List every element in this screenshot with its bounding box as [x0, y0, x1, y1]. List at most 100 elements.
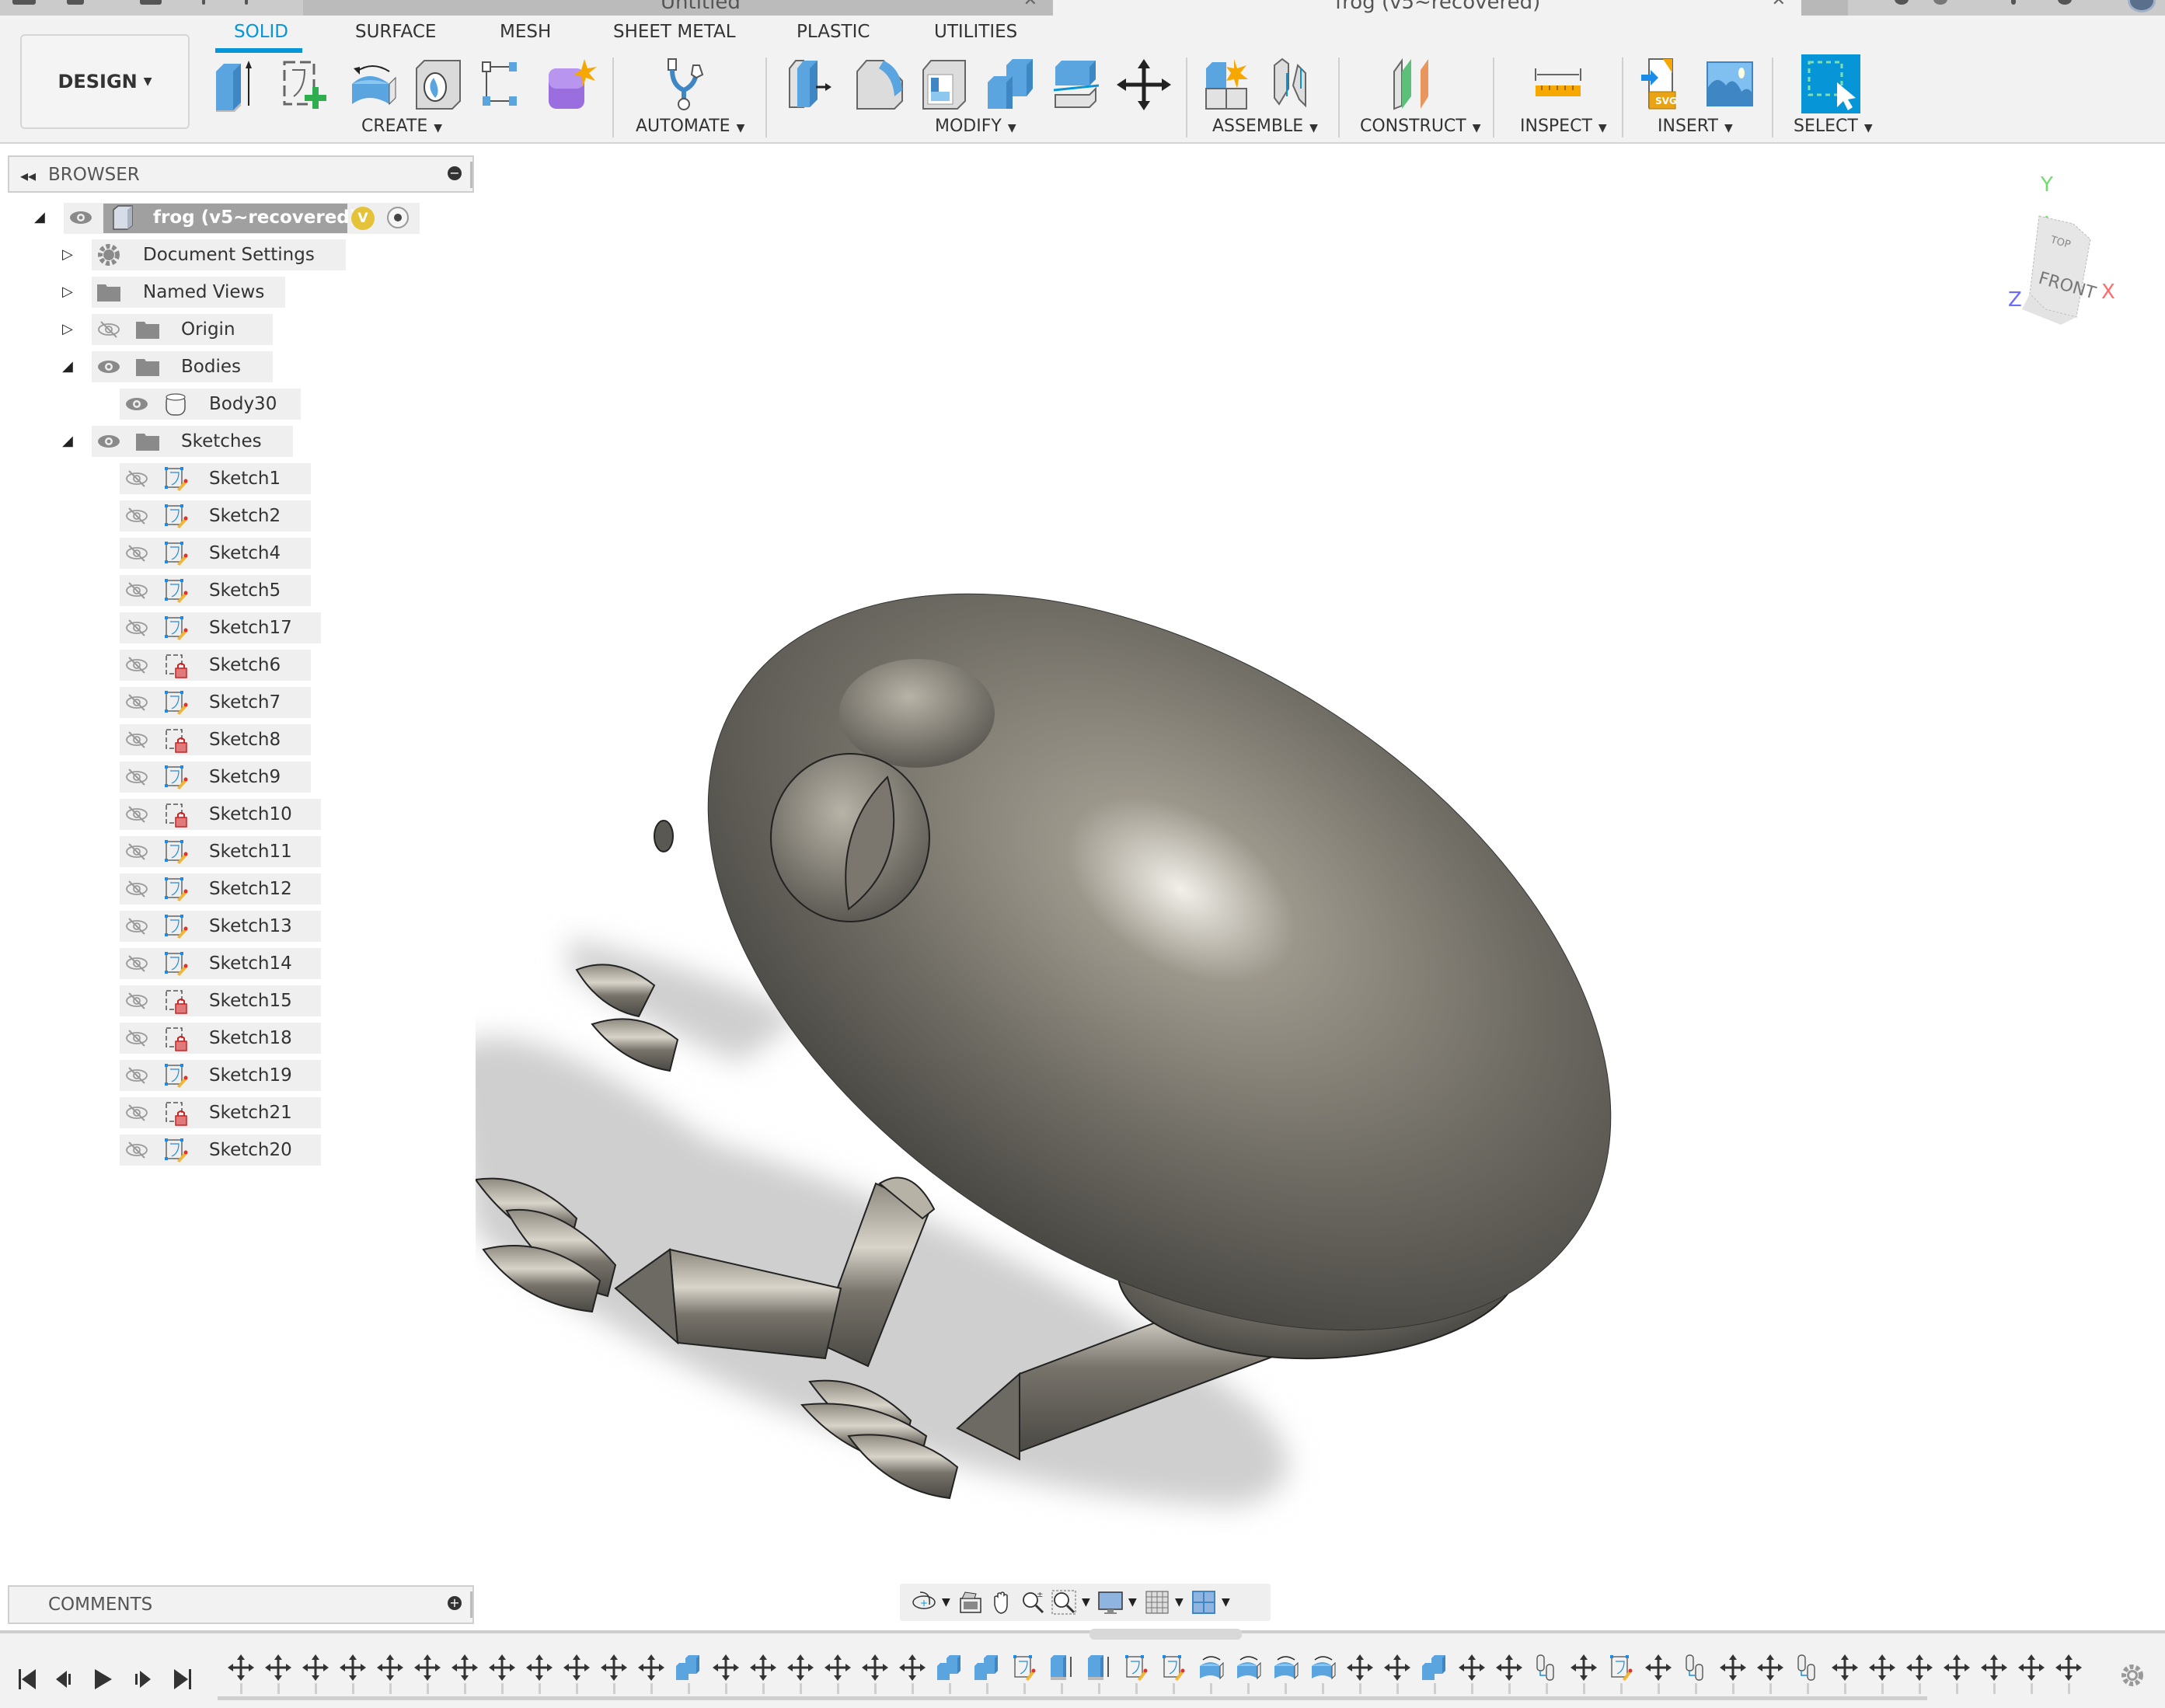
extrude-icon[interactable] [211, 58, 266, 113]
activate-component-radio[interactable] [387, 207, 409, 228]
browser-item-label[interactable]: Sketch15 [209, 985, 292, 1016]
insert-svg-icon[interactable]: SVG [1640, 58, 1694, 112]
browser-item-label[interactable]: Sketch20 [209, 1135, 292, 1166]
eye-hidden-icon[interactable] [124, 911, 149, 942]
browser-item-label[interactable]: Sketch6 [209, 650, 281, 681]
new-component-icon[interactable] [1203, 58, 1257, 112]
browser-item-label[interactable]: Sketch21 [209, 1097, 292, 1128]
browser-item-label[interactable]: Body30 [209, 389, 277, 420]
timeline-move-icon[interactable] [451, 1654, 479, 1682]
timeline-move-icon[interactable] [376, 1654, 404, 1682]
collapsed-triangle-icon[interactable]: ▷ [62, 314, 78, 345]
timeline-move-icon[interactable] [413, 1654, 441, 1682]
step-back-icon[interactable] [53, 1666, 76, 1692]
eye-hidden-icon[interactable] [124, 724, 149, 755]
expanded-triangle-icon[interactable]: ◢ [34, 202, 50, 233]
timeline-move-icon[interactable] [1570, 1654, 1598, 1682]
go-to-start-icon[interactable] [17, 1666, 40, 1692]
save-icon[interactable] [140, 0, 162, 5]
offset-plane-icon[interactable] [1391, 58, 1445, 112]
timeline-move-icon[interactable] [749, 1654, 777, 1682]
minimize-panel-icon[interactable]: − [448, 166, 462, 180]
joint-icon[interactable] [1268, 58, 1323, 112]
timeline-scrollbar[interactable] [1089, 1629, 1242, 1640]
expanded-triangle-icon[interactable]: ◢ [62, 351, 78, 382]
timeline-copy-icon[interactable] [1682, 1654, 1710, 1682]
browser-item-label[interactable]: Document Settings [143, 239, 315, 270]
viewcube[interactable]: Y Z X TOP FRONT [1975, 162, 2146, 333]
insert-image-icon[interactable] [1706, 58, 1760, 112]
shell-icon[interactable] [919, 58, 973, 112]
redo-icon[interactable] [245, 0, 248, 5]
move-icon[interactable] [1117, 58, 1171, 112]
pan-icon[interactable] [988, 1589, 1015, 1616]
timeline-move-icon[interactable] [786, 1654, 814, 1682]
close-tab-icon[interactable]: ✕ [1023, 0, 1037, 10]
browser-item-label[interactable]: Bodies [181, 351, 241, 382]
document-tab-untitled[interactable]: Untitled ✕ [303, 0, 1053, 16]
timeline-move-icon[interactable] [563, 1654, 591, 1682]
go-to-end-icon[interactable] [169, 1666, 193, 1692]
timeline-copy-icon[interactable] [1532, 1654, 1560, 1682]
browser-item-label[interactable]: Sketch19 [209, 1060, 292, 1091]
timeline-move-icon[interactable] [1383, 1654, 1411, 1682]
timeline-settings-gear-icon[interactable] [2118, 1661, 2146, 1689]
help-icon[interactable] [2058, 0, 2072, 5]
zoom-window-icon[interactable] [1051, 1589, 1077, 1616]
timeline-revolve-icon[interactable] [1197, 1654, 1225, 1682]
close-tab-icon[interactable]: ✕ [1772, 0, 1786, 10]
browser-item-label[interactable]: Sketch13 [209, 911, 292, 942]
eye-hidden-icon[interactable] [124, 687, 149, 718]
revolve-icon[interactable] [346, 58, 400, 112]
timeline-copy-icon[interactable] [1794, 1654, 1822, 1682]
combine-icon[interactable] [985, 58, 1039, 112]
display-settings-icon[interactable] [1097, 1589, 1124, 1616]
browser-item-label[interactable]: Sketch9 [209, 762, 281, 793]
split-body-icon[interactable] [1051, 58, 1105, 112]
timeline-combine-icon[interactable] [936, 1654, 964, 1682]
automate-icon[interactable] [661, 58, 715, 112]
timeline-move-icon[interactable] [600, 1654, 628, 1682]
timeline-move-icon[interactable] [1868, 1654, 1896, 1682]
orbit-icon[interactable]: + [911, 1589, 937, 1616]
browser-item-label[interactable]: Sketch1 [209, 463, 281, 494]
measure-icon[interactable] [1532, 58, 1587, 112]
add-comment-icon[interactable]: + [448, 1596, 462, 1610]
timeline-move-icon[interactable] [302, 1654, 329, 1682]
root-component-label[interactable]: frog (v5~recovered) [153, 202, 357, 233]
workspace-switcher-button[interactable]: DESIGN ▼ [20, 34, 190, 129]
timeline-revolve-icon[interactable] [1271, 1654, 1299, 1682]
browser-item-label[interactable]: Sketch4 [209, 538, 281, 569]
canvas-viewport[interactable]: Y Z X TOP FRONT [445, 146, 2165, 1630]
timeline-move-icon[interactable] [264, 1654, 292, 1682]
viewports-icon[interactable] [1191, 1589, 1217, 1616]
create-sketch-icon[interactable] [280, 58, 334, 112]
eye-hidden-icon[interactable] [124, 612, 149, 643]
play-icon[interactable] [92, 1666, 115, 1692]
eye-hidden-icon[interactable] [124, 500, 149, 532]
pattern-icon[interactable] [478, 58, 532, 112]
inspect-menu[interactable]: INSPECT ▼ [1520, 117, 1607, 136]
automate-menu[interactable]: AUTOMATE ▼ [636, 117, 744, 136]
timeline-combine-icon[interactable] [1421, 1654, 1449, 1682]
timeline-move-icon[interactable] [1644, 1654, 1672, 1682]
browser-item-label[interactable]: Sketch11 [209, 836, 292, 867]
construct-menu[interactable]: CONSTRUCT ▼ [1360, 117, 1481, 136]
extensions-icon[interactable] [1895, 0, 1909, 5]
eye-visible-icon[interactable] [96, 426, 121, 457]
eye-hidden-icon[interactable] [124, 762, 149, 793]
timeline-move-icon[interactable] [1980, 1654, 2008, 1682]
timeline-move-icon[interactable] [339, 1654, 367, 1682]
eye-visible-icon[interactable] [96, 351, 121, 382]
eye-hidden-icon[interactable] [124, 1060, 149, 1091]
timeline-move-icon[interactable] [824, 1654, 852, 1682]
browser-item-label[interactable]: Sketch10 [209, 799, 292, 830]
zoom-icon[interactable]: ± [1020, 1589, 1046, 1616]
hole-icon[interactable] [412, 58, 466, 112]
eye-hidden-icon[interactable] [124, 873, 149, 905]
panel-resize-handle[interactable] [470, 1591, 472, 1618]
eye-visible-icon[interactable] [124, 389, 149, 420]
assemble-menu[interactable]: ASSEMBLE ▼ [1212, 117, 1318, 136]
job-status-icon[interactable] [1933, 0, 1947, 5]
document-tab-frog[interactable]: frog (v5~recovered) ✕ [1055, 0, 1801, 16]
